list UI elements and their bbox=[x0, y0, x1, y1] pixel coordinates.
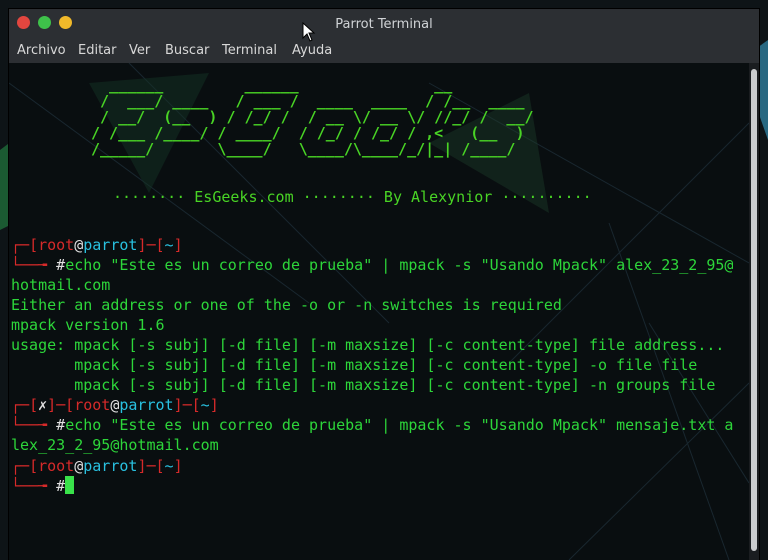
esgeeks-ascii-banner: ______ ______ __ / ___/ ____ / ___ / ___… bbox=[91, 76, 534, 158]
command-line-2-wrap: lex_23_2_95@hotmail.com bbox=[11, 436, 219, 454]
menu-ayuda[interactable]: Ayuda bbox=[292, 43, 332, 58]
prompt-line-3: ┌─[root@parrot]─[~] bbox=[11, 457, 183, 475]
output-line-1: Either an address or one of the -o or -n… bbox=[11, 296, 562, 314]
scrollbar-thumb[interactable] bbox=[751, 69, 757, 551]
command-line-1: └──╼ #echo "Este es un correo de prueba"… bbox=[11, 256, 734, 274]
output-line-3: usage: mpack [-s subj] [-d file] [-m max… bbox=[11, 336, 725, 354]
menu-buscar[interactable]: Buscar bbox=[165, 43, 209, 58]
output-line-4: mpack [-s subj] [-d file] [-m maxsize] [… bbox=[11, 356, 698, 374]
output-line-5: mpack [-s subj] [-d file] [-m maxsize] [… bbox=[11, 376, 716, 394]
command-line-3[interactable]: └──╼ # bbox=[11, 476, 75, 496]
menu-editar[interactable]: Editar bbox=[78, 43, 117, 58]
menu-terminal[interactable]: Terminal bbox=[222, 43, 277, 58]
title-bar[interactable]: Parrot Terminal bbox=[9, 9, 759, 39]
prompt-line-1: ┌─[root@parrot]─[~] bbox=[11, 236, 183, 254]
menu-bar: Archivo Editar Ver Buscar Terminal Ayuda bbox=[9, 39, 759, 63]
scrollbar[interactable] bbox=[749, 63, 759, 560]
menu-ver[interactable]: Ver bbox=[129, 43, 150, 58]
output-line-2: mpack version 1.6 bbox=[11, 316, 165, 334]
terminal-window: Parrot Terminal Archivo Editar Ver Busca… bbox=[9, 9, 759, 560]
menu-archivo[interactable]: Archivo bbox=[17, 43, 66, 58]
command-line-2: └──╼ #echo "Este es un correo de prueba"… bbox=[11, 416, 734, 434]
mouse-pointer-icon bbox=[302, 22, 316, 42]
banner-tagline: ········ EsGeeks.com ········ By Alexyni… bbox=[113, 188, 592, 206]
command-line-1-wrap: hotmail.com bbox=[11, 276, 111, 294]
window-title: Parrot Terminal bbox=[335, 17, 433, 32]
prompt-line-2: ┌─[✗]─[root@parrot]─[~] bbox=[11, 396, 219, 414]
terminal-output[interactable]: ______ ______ __ / ___/ ____ / ___ / ___… bbox=[9, 63, 749, 560]
text-cursor bbox=[65, 476, 75, 494]
